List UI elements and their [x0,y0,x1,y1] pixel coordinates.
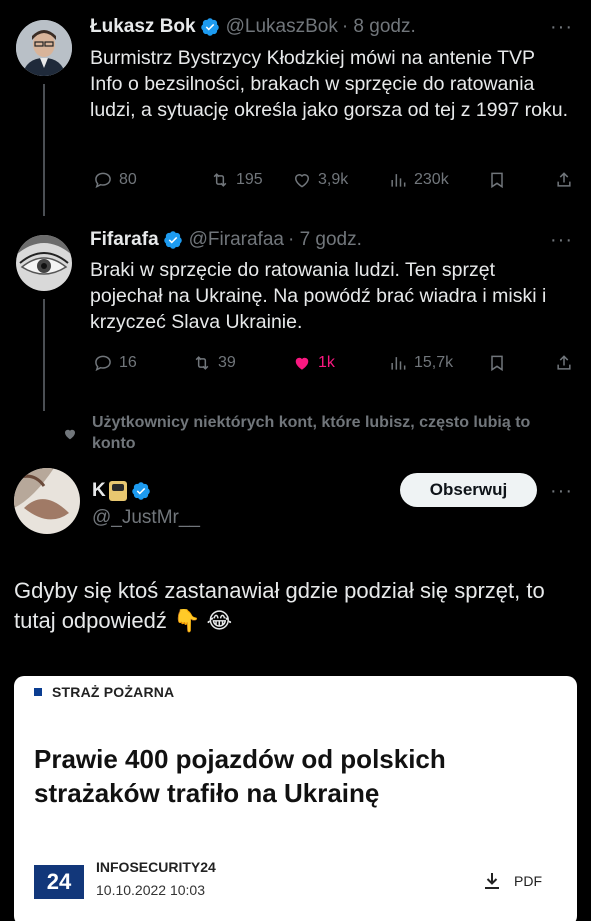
tweet-header: Fifarafa @Firarafaa · 7 godz. [90,229,362,251]
more-icon[interactable]: ··· [550,480,573,503]
tweet-1[interactable]: Łukasz Bok @LukaszBok · 8 godz. ··· Burm… [0,0,591,216]
post-text: Gdyby się ktoś zastanawiał gdzie podział… [14,578,545,633]
category-label: STRAŻ POŻARNA [52,684,175,700]
tweet-header: Łukasz Bok @LukaszBok · 8 godz. [90,16,416,38]
bookmark-button[interactable] [487,353,507,373]
post-header: K [92,480,157,502]
reply-count: 80 [119,171,137,188]
bookmark-button[interactable] [487,170,507,190]
more-icon[interactable]: ··· [550,16,573,39]
reply-button[interactable]: 16 [93,353,137,373]
article-headline[interactable]: Prawie 400 pojazdów od polskich strażakó… [34,742,554,810]
bookmark-icon [491,172,503,189]
retweet-button[interactable]: 195 [210,170,263,190]
heart-icon [295,357,309,370]
share-icon [557,355,571,370]
retweet-button[interactable]: 39 [192,353,236,373]
emoji-badge-icon [108,481,127,501]
views-icon [391,357,406,370]
more-icon[interactable]: ··· [550,229,573,252]
like-count: 1k [318,354,335,371]
verified-icon [163,231,182,249]
author-name[interactable]: Łukasz Bok [90,16,196,38]
like-button[interactable]: 1k [292,353,335,373]
tweet-text: Braki w sprzęcie do ratowania ludzi. Ten… [90,259,547,333]
article-category[interactable]: STRAŻ POŻARNA [34,684,174,700]
tweet-text: Burmistrz Bystrzycy Kłodzkiej mówi na an… [90,47,569,121]
author-name[interactable]: K [92,480,106,502]
views-count: 230k [414,171,449,188]
author-name[interactable]: Fifarafa [90,229,159,251]
reply-button[interactable]: 80 [93,170,137,190]
like-count: 3,9k [318,171,349,188]
pdf-download-button[interactable]: PDF [484,872,542,890]
heart-icon [294,174,310,188]
thread-line [43,84,45,216]
tweet-2[interactable]: Fifarafa @Firarafaa · 7 godz. ··· Braki … [0,215,591,411]
download-icon [485,873,499,889]
share-icon [557,172,571,187]
author-handle[interactable]: @_JustMr__ [92,507,200,529]
verified-icon [131,482,150,500]
avatar[interactable] [14,468,80,534]
tweet-actions: 80 195 3,9k 230k [0,170,591,196]
tweet-time[interactable]: · 7 godz. [288,229,362,251]
heart-icon [65,429,75,440]
article-date: 10.10.2022 10:03 [96,882,205,898]
author-handle[interactable]: @LukaszBok [226,16,338,38]
social-context: Użytkownicy niektórych kont, które lubis… [92,414,531,452]
views-icon [391,174,406,187]
source-name[interactable]: INFOSECURITY24 [96,859,216,875]
reply-icon [95,172,111,189]
reply-count: 16 [119,354,137,371]
like-button[interactable]: 3,9k [292,170,348,190]
tweet-actions: 16 39 1k 15,7k [0,353,591,379]
retweet-count: 195 [236,171,263,188]
follow-button[interactable]: Obserwuj [400,473,537,507]
views-count: 15,7k [414,354,454,371]
tweet-time[interactable]: · 8 godz. [342,16,416,38]
source-logo: 24 [34,865,84,899]
bookmark-icon [491,355,503,372]
avatar[interactable] [16,20,72,76]
retweet-icon [195,356,209,370]
verified-icon [200,18,219,36]
views-button[interactable]: 15,7k [388,353,453,373]
views-button[interactable]: 230k [388,170,449,190]
author-handle[interactable]: @Firarafaa [189,229,284,251]
article-card[interactable]: STRAŻ POŻARNA Prawie 400 pojazdów od pol… [14,676,577,921]
avatar[interactable] [16,235,72,291]
share-button[interactable] [554,170,574,190]
category-marker-icon [34,688,42,696]
retweet-icon [213,173,227,187]
share-button[interactable] [554,353,574,373]
retweet-count: 39 [218,354,236,371]
reply-icon [95,355,111,372]
pdf-label: PDF [514,873,542,889]
